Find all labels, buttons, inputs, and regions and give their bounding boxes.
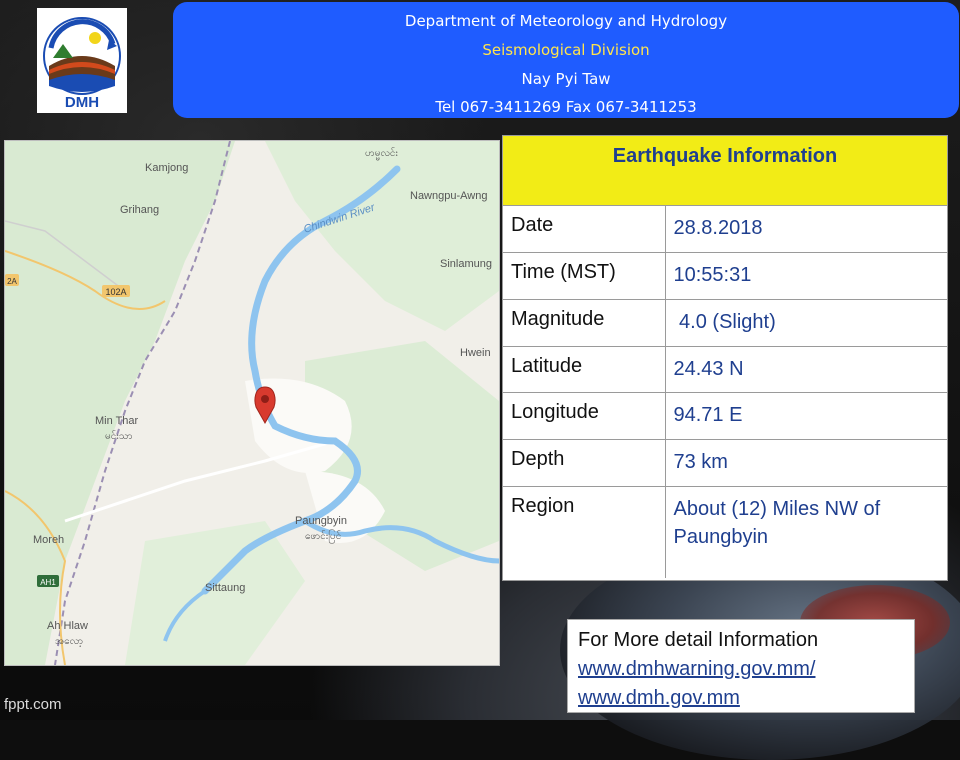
- footer-brand: fppt.com: [4, 696, 62, 713]
- label-paungbyin: Paungbyin: [295, 515, 347, 527]
- label-sittaung: Sittaung: [205, 582, 245, 594]
- earthquake-info-panel: Earthquake Information Date 28.8.2018 Ti…: [502, 135, 948, 581]
- label-hwein: Hwein: [460, 347, 491, 359]
- dmh-link[interactable]: www.dmh.gov.mm: [578, 684, 904, 713]
- row-value-longitude: 94.71 E: [665, 391, 947, 439]
- label-ahhlaw-mm: အလော့: [55, 636, 83, 648]
- label-sinlamung: Sinlamung: [440, 258, 492, 270]
- dmh-logo: DMH: [37, 8, 127, 113]
- dmh-logo-icon: DMH: [43, 17, 121, 111]
- road-2a: 2A: [7, 277, 17, 286]
- header-contact: Tel 067-3411269 Fax 067-3411253: [435, 98, 697, 116]
- label-minthar-mm: မင်းသာ: [105, 429, 133, 442]
- table-row: Latitude 24.43 N: [503, 345, 947, 392]
- label-grihang: Grihang: [120, 204, 159, 216]
- row-value-date: 28.8.2018: [673, 217, 763, 239]
- row-label-longitude: Longitude: [503, 391, 666, 439]
- road-ah1: AH1: [40, 578, 56, 587]
- table-row: Depth 73 km: [503, 438, 947, 486]
- table-row: Magnitude 4.0 (Slight): [503, 298, 947, 346]
- info-title: Earthquake Information: [503, 136, 947, 206]
- header-city: Nay Pyi Taw: [521, 70, 611, 88]
- label-minthar: Min Thar: [95, 415, 139, 427]
- label-ahhlaw: Ah Hlaw: [47, 620, 88, 632]
- info-table: Date 28.8.2018 Time (MST) 10:55:31 Magni…: [503, 206, 947, 578]
- label-moreh: Moreh: [33, 534, 64, 546]
- row-label-depth: Depth: [503, 438, 666, 486]
- row-label-magnitude: Magnitude: [503, 298, 666, 346]
- road-102a: 102A: [105, 287, 126, 297]
- row-value-region: About (12) Miles NW of Paungbyin: [665, 485, 947, 578]
- row-label-region: Region: [503, 485, 666, 578]
- label-paungbyin-mm: ဖောင်းပြင်: [305, 528, 341, 544]
- dmhwarning-link[interactable]: www.dmhwarning.gov.mm/: [578, 655, 904, 684]
- label-nawngpu: Nawngpu-Awng: [410, 190, 487, 202]
- header-department: Department of Meteorology and Hydrology: [404, 12, 728, 30]
- map-canvas: Kamjong Grihang ဟမ္မလင်း Nawngpu-Awng Si…: [5, 141, 499, 665]
- header-division: Seismological Division: [482, 41, 650, 59]
- row-label-date: Date: [503, 206, 666, 252]
- more-info-box: For More detail Information www.dmhwarni…: [567, 619, 915, 713]
- table-row: Date 28.8.2018: [503, 206, 947, 252]
- table-row: Longitude 94.71 E: [503, 391, 947, 439]
- row-label-latitude: Latitude: [503, 345, 666, 392]
- label-kamjong: Kamjong: [145, 162, 188, 174]
- row-value-depth: 73 km: [665, 438, 947, 486]
- label-mangli: ဟမ္မလင်း: [365, 146, 398, 161]
- row-label-time: Time (MST): [503, 251, 666, 299]
- table-row: Region About (12) Miles NW of Paungbyin: [503, 485, 947, 578]
- row-value-magnitude: 4.0 (Slight): [665, 298, 947, 346]
- logo-text: DMH: [65, 94, 99, 111]
- header-banner: Department of Meteorology and Hydrology …: [173, 2, 959, 118]
- row-value-time: 10:55:31: [665, 251, 947, 299]
- epicenter-map[interactable]: Kamjong Grihang ဟမ္မလင်း Nawngpu-Awng Si…: [4, 140, 500, 666]
- more-info-title: For More detail Information: [578, 629, 819, 651]
- row-value-latitude: 24.43 N: [665, 345, 947, 392]
- table-row: Time (MST) 10:55:31: [503, 251, 947, 299]
